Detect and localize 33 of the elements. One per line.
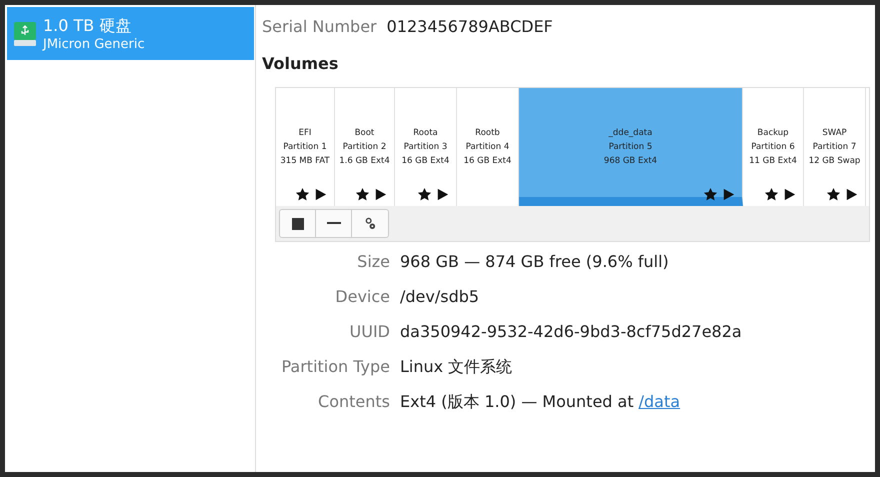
gears-icon [364,217,376,230]
partition-label: Backup Partition 6 11 GB Ext4 [749,127,797,168]
detail-label: Contents [317,391,390,413]
partition-block[interactable]: EFI Partition 1 315 MB FAT [276,88,335,206]
partition-label: Roota Partition 3 16 GB Ext4 [402,127,450,168]
detail-value: Linux 文件系统 [400,356,512,378]
partition-block[interactable]: _dde_data Partition 5 968 GB Ext4 [519,88,743,206]
partition-block[interactable]: Backup Partition 6 11 GB Ext4 [743,88,804,206]
partition-label: Rootb Partition 4 16 GB Ext4 [464,127,512,168]
detail-value: /dev/sdb5 [400,286,480,308]
partition-label: _dde_data Partition 5 968 GB Ext4 [604,127,658,168]
square-icon [292,218,304,230]
mount-link[interactable]: /data [638,391,680,413]
detail-label: Device [334,286,390,308]
detail-label: Partition Type [280,356,390,378]
partition-block[interactable]: Roota Partition 3 16 GB Ext4 [395,88,457,206]
partition-label: Boot Partition 2 1.6 GB Ext4 [339,127,390,168]
volumes-heading: Volumes [262,54,340,73]
partition-block[interactable]: Boot Partition 2 1.6 GB Ext4 [335,88,395,206]
serial-value: 0123456789ABCDEF [386,17,553,36]
detail-value: da350942-9532-42d6-9bd3-8cf75d27e82a [400,321,742,343]
detail-value: Ext4 (版本 1.0) — Mounted at [400,391,634,413]
serial-label: Serial Number [262,17,377,36]
detail-value: 968 GB — 874 GB free (9.6% full) [400,251,669,273]
disk-model: JMicron Generic [43,36,145,52]
partition-label: SWAP Partition 7 12 GB Swap [808,127,860,168]
detail-label: UUID [348,321,390,343]
minus-icon [326,222,340,225]
disk-title: 1.0 TB 硬盘 [43,16,132,36]
usb-drive-icon [13,20,37,46]
partition-block[interactable]: SWAP Partition 7 12 GB Swap [804,88,866,206]
detail-label: Size [356,251,390,273]
partition-label: EFI Partition 1 315 MB FAT [280,127,330,168]
